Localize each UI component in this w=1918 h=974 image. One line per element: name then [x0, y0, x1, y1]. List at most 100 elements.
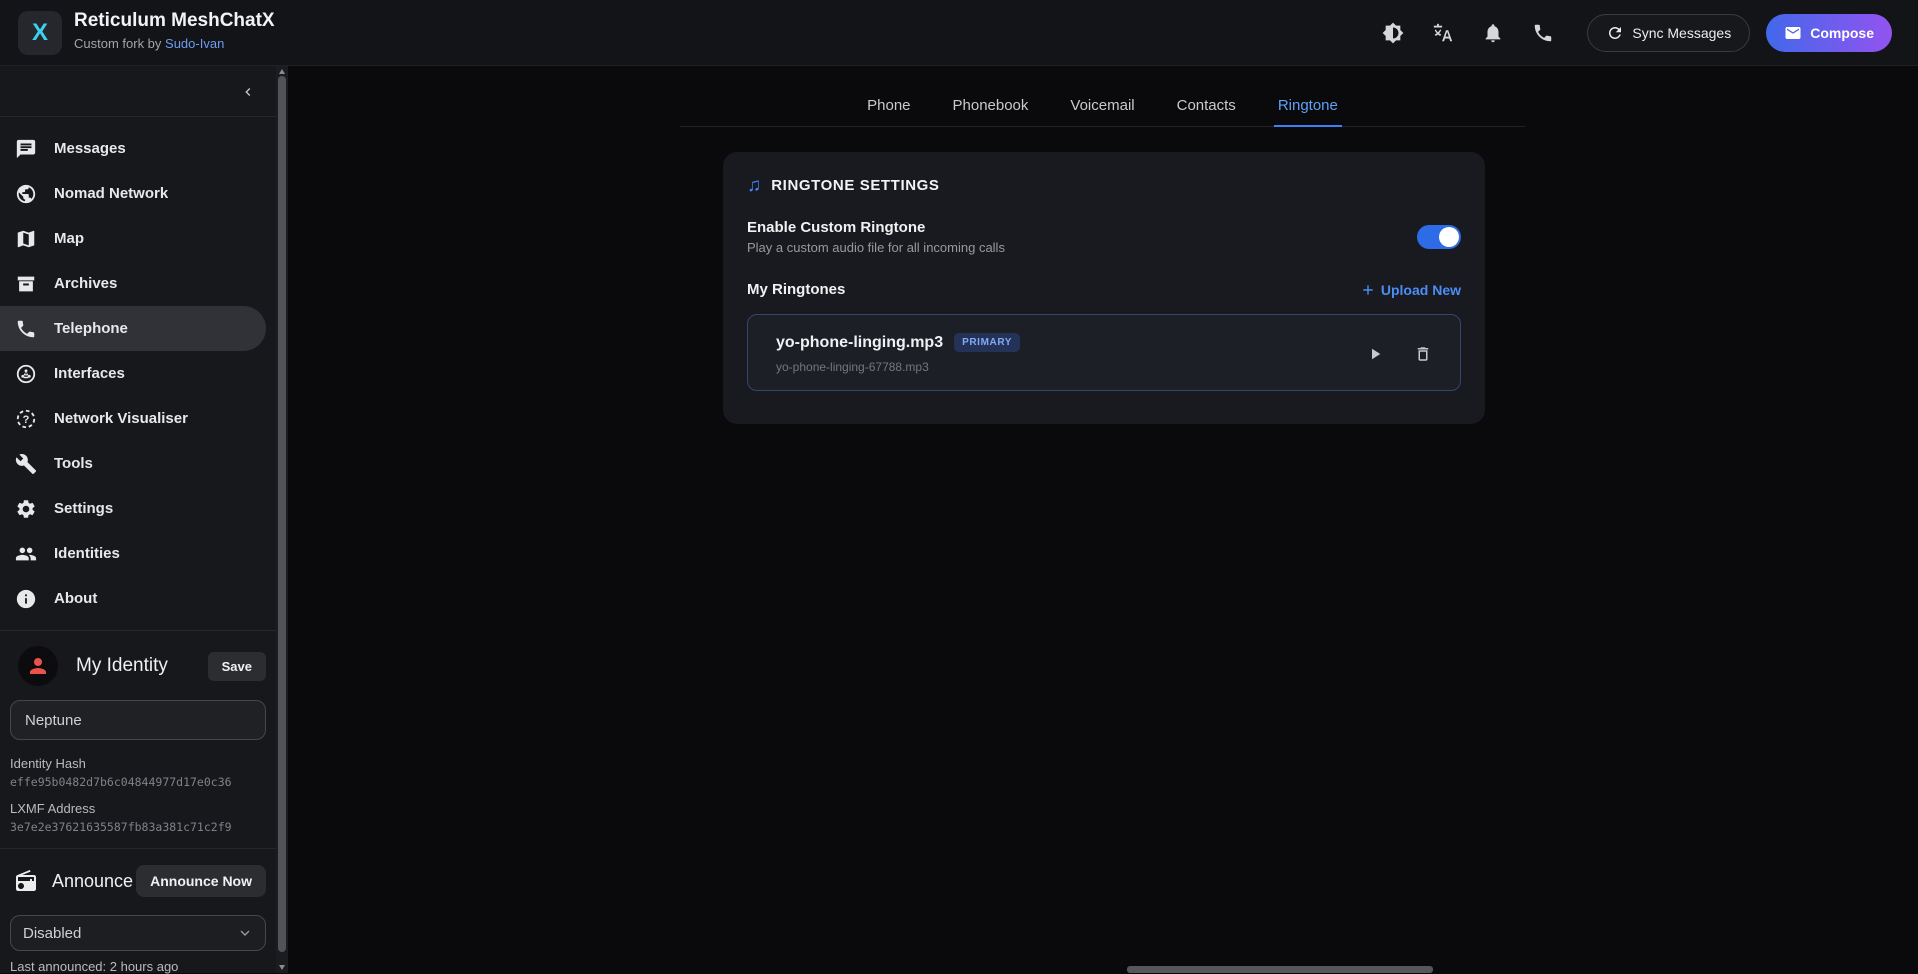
sidebar-item-label: Telephone	[54, 320, 128, 337]
info-icon	[15, 588, 37, 610]
avatar	[18, 646, 58, 686]
sidebar-item-telephone[interactable]: Telephone	[0, 306, 266, 351]
my-ringtones-label: My Ringtones	[747, 281, 845, 298]
phone-icon	[15, 318, 37, 340]
app-subtitle-prefix: Custom fork by	[74, 36, 165, 51]
calls-button[interactable]	[1523, 13, 1563, 53]
globe-icon	[15, 183, 37, 205]
ringtone-item-actions	[1358, 315, 1440, 392]
sidebar-collapse-button[interactable]	[234, 78, 262, 106]
sidebar-collapse-row	[0, 66, 288, 117]
compose-button[interactable]: Compose	[1766, 14, 1892, 52]
ringtone-item-name: yo-phone-linging.mp3	[776, 334, 943, 352]
play-ringtone-button[interactable]	[1358, 337, 1392, 371]
svg-text:?: ?	[23, 413, 30, 425]
plus-icon	[1361, 283, 1375, 297]
compose-label: Compose	[1810, 25, 1874, 41]
last-announced-text: Last announced: 2 hours ago	[10, 959, 278, 974]
enable-custom-ringtone-title: Enable Custom Ringtone	[747, 219, 1005, 236]
announce-now-button[interactable]: Announce Now	[136, 865, 266, 897]
delete-ringtone-button[interactable]	[1406, 337, 1440, 371]
archive-icon	[15, 273, 37, 295]
sidebar-item-label: Network Visualiser	[54, 410, 188, 427]
identity-hash-label: Identity Hash	[10, 756, 278, 771]
announce-interval-select[interactable]: Disabled	[10, 915, 266, 951]
my-identity-header: My Identity Save	[10, 644, 278, 688]
ringtone-settings-title: RINGTONE SETTINGS	[771, 177, 939, 194]
identity-name-input[interactable]	[10, 700, 266, 740]
theme-toggle-button[interactable]	[1373, 13, 1413, 53]
sidebar-scrollbar-thumb[interactable]	[278, 76, 286, 952]
brightness-icon	[1382, 22, 1404, 44]
sidebar-item-messages[interactable]: Messages	[0, 126, 266, 171]
save-button[interactable]: Save	[208, 652, 266, 681]
ringtone-settings-header: ♫ RINGTONE SETTINGS	[747, 176, 1461, 195]
phone-icon	[1532, 22, 1554, 44]
scrollbar-down-arrow-icon[interactable]	[279, 965, 285, 970]
tab-voicemail[interactable]: Voicemail	[1066, 86, 1138, 127]
enable-custom-ringtone-labels: Enable Custom Ringtone Play a custom aud…	[747, 219, 1005, 255]
sidebar-item-interfaces[interactable]: Interfaces	[0, 351, 266, 396]
enable-custom-ringtone-row: Enable Custom Ringtone Play a custom aud…	[747, 219, 1461, 255]
app-logo: X	[18, 11, 62, 55]
ringtone-settings-card: ♫ RINGTONE SETTINGS Enable Custom Ringto…	[723, 152, 1485, 424]
tab-ringtone[interactable]: Ringtone	[1274, 86, 1342, 127]
play-icon	[1366, 345, 1384, 363]
chat-icon	[15, 138, 37, 160]
sidebar-item-map[interactable]: Map	[0, 216, 266, 261]
tab-phonebook[interactable]: Phonebook	[949, 86, 1033, 127]
gear-icon	[15, 498, 37, 520]
language-button[interactable]	[1423, 13, 1463, 53]
lxmf-address-label: LXMF Address	[10, 801, 278, 816]
trash-icon	[1414, 345, 1432, 363]
refresh-icon	[1606, 24, 1624, 42]
person-icon	[26, 654, 50, 678]
announce-header: Announce Announce Now	[10, 861, 278, 901]
enable-custom-ringtone-toggle[interactable]	[1417, 225, 1461, 249]
wrench-icon	[15, 453, 37, 475]
sidebar-nav: Messages Nomad Network Map Archives Tele…	[0, 117, 288, 621]
primary-badge: PRIMARY	[954, 333, 1020, 352]
upload-new-button[interactable]: Upload New	[1361, 282, 1461, 298]
sidebar-item-settings[interactable]: Settings	[0, 486, 266, 531]
map-icon	[15, 228, 37, 250]
horizontal-scrollbar-thumb[interactable]	[1127, 966, 1433, 973]
sidebar-item-label: Tools	[54, 455, 93, 472]
sidebar-item-network-visualiser[interactable]: ? Network Visualiser	[0, 396, 266, 441]
sidebar-scrollbar[interactable]	[276, 66, 288, 973]
sidebar-item-label: Nomad Network	[54, 185, 168, 202]
fork-author-link[interactable]: Sudo-Ivan	[165, 36, 224, 51]
notifications-button[interactable]	[1473, 13, 1513, 53]
chevron-down-icon	[237, 925, 253, 941]
chevron-left-icon	[240, 84, 256, 100]
app-title-block: Reticulum MeshChatX Custom fork by Sudo-…	[74, 10, 275, 51]
top-header: X Reticulum MeshChatX Custom fork by Sud…	[0, 0, 1918, 66]
sidebar-item-archives[interactable]: Archives	[0, 261, 266, 306]
sidebar-item-nomad-network[interactable]: Nomad Network	[0, 171, 266, 216]
sidebar-item-label: Identities	[54, 545, 120, 562]
sidebar-item-identities[interactable]: Identities	[0, 531, 266, 576]
app-title: Reticulum MeshChatX	[74, 10, 275, 33]
app-logo-letter: X	[32, 19, 48, 47]
tab-phone[interactable]: Phone	[863, 86, 914, 127]
header-actions: Sync Messages Compose	[1373, 0, 1892, 66]
telephone-tabs: Phone Phonebook Voicemail Contacts Ringt…	[680, 86, 1525, 127]
sidebar: Messages Nomad Network Map Archives Tele…	[0, 66, 288, 973]
announce-title: Announce	[52, 871, 133, 892]
app-subtitle: Custom fork by Sudo-Ivan	[74, 36, 275, 51]
radio-icon	[14, 869, 38, 893]
sidebar-item-label: Map	[54, 230, 84, 247]
toggle-knob	[1439, 227, 1459, 247]
sidebar-item-tools[interactable]: Tools	[0, 441, 266, 486]
sidebar-item-about[interactable]: About	[0, 576, 266, 621]
sidebar-item-label: Archives	[54, 275, 117, 292]
tab-contacts[interactable]: Contacts	[1173, 86, 1240, 127]
scrollbar-up-arrow-icon[interactable]	[279, 69, 285, 74]
mail-icon	[1784, 24, 1802, 42]
sync-messages-label: Sync Messages	[1632, 25, 1731, 41]
identity-hash-value: effe95b0482d7b6c04844977d17e0c36	[10, 775, 278, 789]
sync-messages-button[interactable]: Sync Messages	[1587, 14, 1750, 52]
translate-icon	[1432, 22, 1454, 44]
network-icon: ?	[15, 408, 37, 430]
ringtone-list-item: yo-phone-linging.mp3 PRIMARY yo-phone-li…	[747, 314, 1461, 391]
